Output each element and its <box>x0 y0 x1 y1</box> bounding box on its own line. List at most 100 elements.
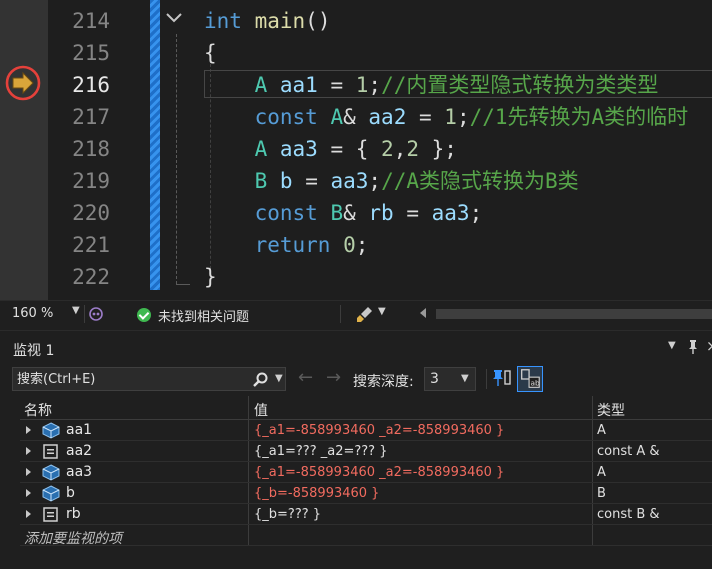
code-line[interactable]: int main() <box>204 5 330 37</box>
hex-display-toggle-icon[interactable]: ab <box>517 366 543 392</box>
line-number[interactable]: 217 <box>48 101 110 133</box>
add-watch-placeholder[interactable]: 添加要监视的项 <box>24 528 122 548</box>
code-token: & <box>343 201 369 225</box>
code-token: } <box>204 265 217 289</box>
code-token: () <box>305 9 331 33</box>
code-token: 1 <box>444 105 457 129</box>
copilot-icon[interactable] <box>88 306 104 322</box>
line-number[interactable]: 221 <box>48 229 110 261</box>
zoom-dropdown-icon[interactable]: ▼ <box>72 305 80 316</box>
indent-guide-end <box>176 284 190 285</box>
column-header-name[interactable]: 名称 <box>24 400 52 420</box>
close-icon[interactable]: × <box>706 337 712 355</box>
change-tracking-bar <box>150 0 160 290</box>
line-number[interactable]: 220 <box>48 197 110 229</box>
svg-text:ab: ab <box>530 378 540 387</box>
fold-chevron-down-icon[interactable] <box>162 6 186 30</box>
no-issues-check-icon <box>137 308 151 322</box>
code-token: //内置类型隐式转换为类类型 <box>381 73 659 97</box>
indent-guide <box>176 34 177 284</box>
watch-value[interactable]: {_a1=-858993460 _a2=-858993460 } <box>254 465 504 480</box>
code-token: //1先转换为A类的临时 <box>469 105 689 129</box>
issues-status[interactable]: 未找到相关问题 <box>158 306 249 325</box>
watch-row[interactable]: aa2 {_a1=??? _a2=??? } const A & <box>20 441 712 462</box>
code-line[interactable]: const B& rb = aa3; <box>204 197 483 229</box>
line-number[interactable]: 222 <box>48 261 110 293</box>
expand-arrow-icon[interactable] <box>26 426 31 434</box>
code-line[interactable]: A aa3 = { 2,2 }; <box>204 133 457 165</box>
expand-arrow-icon[interactable] <box>26 447 31 455</box>
search-previous-arrow-icon[interactable]: ← <box>298 367 313 388</box>
zoom-level[interactable]: 160 % <box>12 306 53 321</box>
code-token: & <box>343 105 369 129</box>
watch-row[interactable]: rb {_b=??? } const B & <box>20 504 712 525</box>
watch-value[interactable]: {_b=-858993460 } <box>254 486 379 501</box>
code-line[interactable]: { <box>204 37 217 69</box>
pin-icon[interactable] <box>686 339 700 355</box>
code-token: = <box>317 73 356 97</box>
code-token: 2 <box>381 137 394 161</box>
expand-arrow-icon[interactable] <box>26 489 31 497</box>
current-statement-arrow-icon <box>5 65 41 101</box>
code-token: const <box>254 105 318 129</box>
code-token: = <box>393 201 432 225</box>
watch-name[interactable]: aa2 <box>66 443 92 459</box>
code-token: 2 <box>406 137 420 161</box>
line-number[interactable]: 215 <box>48 37 110 69</box>
scroll-left-icon[interactable] <box>420 308 426 318</box>
window-position-menu-icon[interactable]: ▼ <box>668 340 676 351</box>
add-watch-row[interactable]: 添加要监视的项 <box>20 525 712 548</box>
watch-value[interactable]: {_a1=-858993460 _a2=-858993460 } <box>254 423 504 438</box>
line-number[interactable]: 214 <box>48 5 110 37</box>
column-header-value[interactable]: 值 <box>254 400 268 420</box>
code-line[interactable]: B b = aa3;//A类隐式转换为B类 <box>204 165 579 197</box>
watch-row[interactable]: b {_b=-858993460 } B <box>20 483 712 504</box>
search-input[interactable] <box>17 370 247 388</box>
line-number[interactable]: 218 <box>48 133 110 165</box>
code-line[interactable]: A aa1 = 1;//内置类型隐式转换为类类型 <box>204 69 659 101</box>
glyph-margin[interactable] <box>0 0 48 300</box>
search-depth-select[interactable]: 3 ▼ <box>424 367 476 391</box>
code-line[interactable]: return 0; <box>204 229 369 261</box>
code-token: 1 <box>355 73 369 97</box>
search-icon[interactable] <box>251 371 269 389</box>
line-number[interactable]: 219 <box>48 165 110 197</box>
line-number-gutter: 214 215 216 217 218 219 220 221 222 <box>48 0 150 300</box>
code-token: const <box>254 201 318 225</box>
watch-row[interactable]: aa1 {_a1=-858993460 _a2=-858993460 } A <box>20 420 712 441</box>
watch-value[interactable]: {_a1=??? _a2=??? } <box>254 444 387 459</box>
expand-arrow-icon[interactable] <box>26 510 31 518</box>
watch-name[interactable]: rb <box>66 506 81 522</box>
watch-name[interactable]: aa1 <box>66 422 92 438</box>
code-token: ; <box>469 201 483 225</box>
code-token: ; <box>368 169 382 193</box>
search-box[interactable]: ▼ <box>12 367 286 391</box>
code-cleanup-dropdown-icon[interactable]: ▼ <box>378 306 386 317</box>
code-line[interactable]: const A& aa2 = 1;//1先转换为A类的临时 <box>204 101 689 133</box>
watch-row[interactable]: aa3 {_a1=-858993460 _a2=-858993460 } A <box>20 462 712 483</box>
code-editor[interactable]: 214 215 216 217 218 219 220 221 222 int main(){ … <box>0 0 712 300</box>
separator <box>340 305 341 323</box>
expand-arrow-icon[interactable] <box>26 468 31 476</box>
column-header-type[interactable]: 类型 <box>597 400 625 420</box>
code-area[interactable]: int main(){ A aa1 = 1;//内置类型隐式转换为类类型 con… <box>196 0 712 300</box>
horizontal-scrollbar[interactable] <box>436 309 712 319</box>
code-token: = <box>292 169 331 193</box>
watch-value[interactable]: {_b=??? } <box>254 507 321 522</box>
code-cleanup-brush-icon[interactable] <box>356 305 374 323</box>
code-line[interactable]: } <box>204 261 217 293</box>
object-icon <box>42 464 60 481</box>
code-token: aa2 <box>368 105 407 129</box>
code-token: b <box>279 169 293 193</box>
object-icon <box>42 485 60 502</box>
search-options-dropdown-icon[interactable]: ▼ <box>275 373 283 384</box>
watch-name[interactable]: aa3 <box>66 464 92 480</box>
search-next-arrow-icon[interactable]: → <box>326 367 341 388</box>
pin-source-icon[interactable] <box>492 367 512 389</box>
watch-name[interactable]: b <box>66 485 75 501</box>
line-number[interactable]: 216 <box>48 69 110 101</box>
panel-title[interactable]: 监视 1 <box>13 340 54 360</box>
